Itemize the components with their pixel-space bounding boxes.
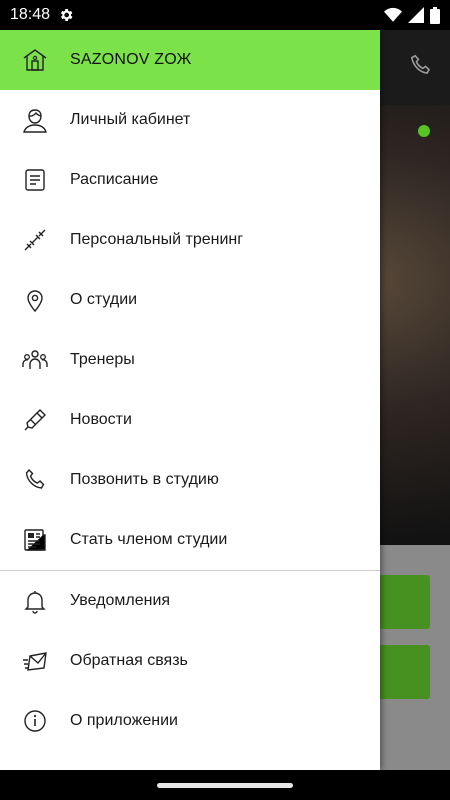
menu-item-label: Расписание bbox=[70, 171, 159, 188]
menu-item-news[interactable]: Новости bbox=[0, 390, 380, 450]
news-icon bbox=[0, 407, 70, 433]
menu-item-about-app[interactable]: О приложении bbox=[0, 691, 380, 751]
menu-item-label: Позвонить в студию bbox=[70, 471, 219, 488]
membership-icon bbox=[0, 527, 70, 553]
menu-item-trainers[interactable]: Тренеры bbox=[0, 330, 380, 390]
home-gesture-handle[interactable] bbox=[157, 782, 293, 788]
menu-item-about-studio[interactable]: О студии bbox=[0, 270, 380, 330]
location-pin-icon bbox=[0, 287, 70, 313]
menu-item-feedback[interactable]: Обратная связь bbox=[0, 631, 380, 691]
menu-item-label: Обратная связь bbox=[70, 652, 188, 669]
menu-item-label: О приложении bbox=[70, 712, 178, 729]
menu-item-personal-training[interactable]: Персональный тренинг bbox=[0, 210, 380, 270]
trainers-icon bbox=[0, 347, 70, 373]
status-indicators bbox=[384, 6, 440, 24]
menu-item-personal-account[interactable]: Личный кабинет bbox=[0, 90, 380, 150]
battery-icon bbox=[430, 6, 440, 24]
wifi-icon bbox=[384, 7, 402, 22]
studio-home-icon bbox=[0, 47, 70, 73]
status-dot bbox=[418, 125, 430, 137]
menu-item-label: Новости bbox=[70, 411, 132, 428]
status-time: 18:48 bbox=[10, 6, 51, 23]
menu-item-label: Личный кабинет bbox=[70, 111, 191, 128]
menu-item-label: Тренеры bbox=[70, 351, 135, 368]
menu-item-label: Уведомления bbox=[70, 592, 171, 609]
system-navigation-bar bbox=[0, 770, 450, 800]
menu-item-label: О студии bbox=[70, 291, 138, 308]
schedule-icon bbox=[0, 167, 70, 193]
drawer-title: SAZONOV ZОЖ bbox=[70, 51, 192, 68]
call-phone-icon[interactable] bbox=[408, 52, 434, 78]
user-icon bbox=[0, 107, 70, 133]
phone-icon bbox=[0, 467, 70, 493]
status-bar: 18:48 bbox=[0, 0, 450, 30]
menu-item-notifications[interactable]: Уведомления bbox=[0, 571, 380, 631]
menu-item-label: Персональный тренинг bbox=[70, 231, 244, 248]
info-icon bbox=[0, 708, 70, 734]
dumbbell-icon bbox=[0, 227, 70, 253]
menu-item-call-studio[interactable]: Позвонить в студию bbox=[0, 450, 380, 510]
signal-icon bbox=[408, 7, 424, 23]
feedback-mail-icon bbox=[0, 648, 70, 674]
navigation-drawer: SAZONOV ZОЖ Личный кабинет Расписание Пе… bbox=[0, 30, 380, 770]
drawer-header[interactable]: SAZONOV ZОЖ bbox=[0, 30, 380, 90]
menu-item-become-member[interactable]: Стать членом студии bbox=[0, 510, 380, 570]
menu-item-label: Стать членом студии bbox=[70, 531, 228, 548]
settings-gear-icon bbox=[60, 9, 73, 21]
menu-item-schedule[interactable]: Расписание bbox=[0, 150, 380, 210]
bell-icon bbox=[0, 588, 70, 614]
